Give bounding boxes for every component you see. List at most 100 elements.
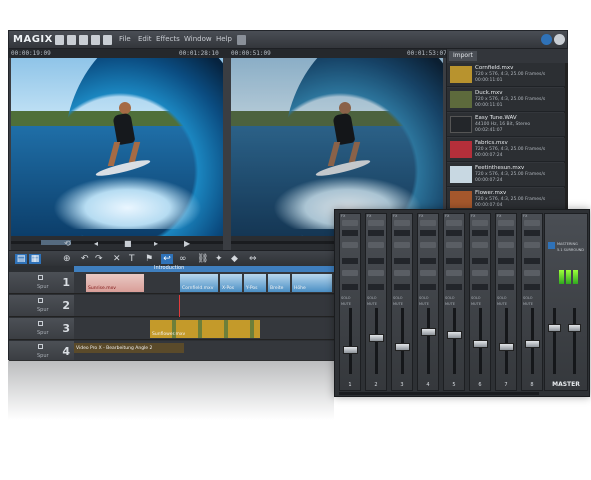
color-icon[interactable]: ◆ [231, 254, 238, 264]
clip-angle[interactable]: Video Pro X - Bearbeitung Angle 2 [74, 343, 184, 353]
stop-icon[interactable]: ■ [124, 239, 132, 248]
pool-item-easytune[interactable]: Easy Tune.WAV 44100 Hz, 16 Bit, Stereo 0… [447, 113, 565, 137]
fx-button[interactable] [524, 284, 540, 290]
save-icon[interactable] [79, 35, 88, 45]
storyboard-mode-icon[interactable]: ▦ [29, 254, 41, 264]
redo-icon[interactable]: ↷ [95, 254, 103, 264]
track-lane-2[interactable] [74, 295, 334, 317]
fx-button[interactable] [368, 230, 384, 236]
open-folder-icon[interactable] [67, 35, 76, 45]
menu-file[interactable]: File [119, 35, 131, 43]
menu-help[interactable]: Help [216, 35, 232, 43]
fx-button[interactable] [446, 284, 462, 290]
fx-button[interactable] [394, 230, 410, 236]
fx-knob[interactable] [446, 270, 462, 276]
fx-knob[interactable] [342, 270, 358, 276]
solo-button[interactable]: SOLO [419, 296, 429, 300]
fx-button[interactable] [342, 230, 358, 236]
volume-fader[interactable] [525, 339, 540, 348]
fx-button[interactable] [446, 230, 462, 236]
mixer-scrollbar[interactable] [339, 392, 539, 395]
fx-knob[interactable] [394, 242, 410, 248]
export-icon[interactable] [103, 35, 112, 45]
solo-button[interactable]: SOLO [497, 296, 507, 300]
marker-icon[interactable]: ⚑ [145, 254, 153, 264]
fx-button[interactable] [498, 284, 514, 290]
mute-button[interactable]: MUTE [341, 302, 351, 306]
volume-fader[interactable] [499, 342, 514, 351]
clip-breite[interactable]: Breite [268, 274, 290, 292]
import-icon[interactable] [91, 35, 100, 45]
fx-button[interactable] [368, 284, 384, 290]
fx-knob[interactable] [342, 242, 358, 248]
fx-button[interactable] [524, 258, 540, 264]
mute-button[interactable]: MUTE [471, 302, 481, 306]
clip-cornfield[interactable]: Cornfield.mxv [180, 274, 218, 292]
fx-knob[interactable] [524, 242, 540, 248]
solo-button[interactable]: SOLO [393, 296, 403, 300]
solo-button[interactable]: SOLO [523, 296, 533, 300]
track-header-1[interactable]: Spur 1 [9, 272, 74, 294]
title-icon[interactable]: T [129, 254, 135, 264]
fx-knob[interactable] [342, 220, 358, 226]
fx-knob[interactable] [472, 220, 488, 226]
prev-marker-icon[interactable]: ◂ [94, 239, 98, 248]
fx-knob[interactable] [498, 220, 514, 226]
mute-button[interactable]: MUTE [523, 302, 533, 306]
mute-button[interactable]: MUTE [419, 302, 429, 306]
pool-item-feetinthesun[interactable]: Feetinthesun.mxv 720 x 576, 4:3, 25.00 F… [447, 163, 565, 187]
fx-button[interactable] [342, 258, 358, 264]
timeline-mode-icon[interactable]: ▤ [15, 254, 27, 264]
zoom-icon[interactable]: ⇔ [249, 254, 257, 264]
lock-icon[interactable] [38, 275, 43, 280]
solo-button[interactable]: SOLO [341, 296, 351, 300]
volume-fader[interactable] [343, 345, 358, 354]
fx-knob[interactable] [446, 220, 462, 226]
fx-button[interactable] [420, 284, 436, 290]
clip-hoehe[interactable]: Höhe [292, 274, 332, 292]
fx-button[interactable] [420, 230, 436, 236]
fx-button[interactable] [368, 258, 384, 264]
volume-fader[interactable] [421, 328, 436, 337]
fx-button[interactable] [446, 258, 462, 264]
mute-button[interactable]: MUTE [367, 302, 377, 306]
lock-icon[interactable] [38, 344, 43, 349]
fx-knob[interactable] [472, 270, 488, 276]
solo-button[interactable]: SOLO [445, 296, 455, 300]
link-icon[interactable]: ∞ [179, 254, 187, 264]
volume-fader[interactable] [447, 331, 462, 340]
fx-knob[interactable] [524, 220, 540, 226]
fx-knob[interactable] [498, 242, 514, 248]
menu-effects[interactable]: Effects [156, 35, 180, 43]
fx-knob[interactable] [420, 242, 436, 248]
clip-sunflower[interactable]: Sunflower.mxv [150, 320, 260, 338]
playhead[interactable] [179, 295, 180, 317]
fx-knob[interactable] [472, 242, 488, 248]
fx-button[interactable] [498, 258, 514, 264]
fx-knob[interactable] [524, 270, 540, 276]
volume-fader[interactable] [473, 339, 488, 348]
track-header-4[interactable]: Spur 4 [9, 341, 74, 361]
new-file-icon[interactable] [55, 35, 64, 45]
track-header-2[interactable]: Spur 2 [9, 295, 74, 317]
pool-item-duck[interactable]: Duck.mxv 720 x 576, 4:3, 25.00 Frames/s … [447, 88, 565, 112]
delete-icon[interactable]: ✕ [113, 254, 121, 264]
mute-button[interactable]: MUTE [497, 302, 507, 306]
razor-icon[interactable]: ↩ [161, 254, 173, 264]
clip-sunrise[interactable]: Sunrise.mxv [86, 274, 144, 292]
fx-button[interactable] [498, 230, 514, 236]
fx-knob[interactable] [394, 220, 410, 226]
loop-icon[interactable]: ⟲ [64, 239, 71, 248]
mastering-icon[interactable] [548, 242, 555, 249]
master-fader-right[interactable] [568, 324, 581, 332]
fx-button[interactable] [472, 284, 488, 290]
group-icon[interactable]: ⛓ [197, 254, 208, 264]
lock-icon[interactable] [38, 321, 43, 326]
help-book-icon[interactable] [237, 35, 246, 45]
fx-button[interactable] [472, 230, 488, 236]
volume-fader[interactable] [395, 342, 410, 351]
fx-button[interactable] [394, 284, 410, 290]
fx-button[interactable] [472, 258, 488, 264]
fx-knob[interactable] [498, 270, 514, 276]
menu-edit[interactable]: Edit [138, 35, 152, 43]
